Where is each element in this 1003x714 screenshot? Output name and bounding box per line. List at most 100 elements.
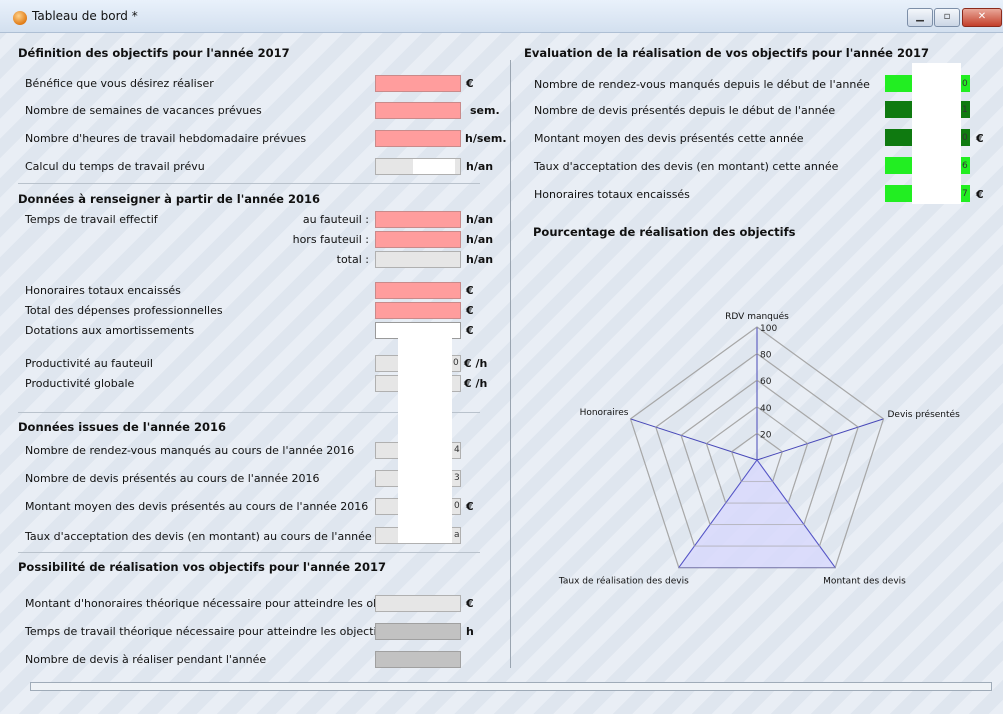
radar-grid-ring bbox=[629, 326, 885, 569]
temps-total-output bbox=[375, 251, 461, 268]
section-title-possibilite: Possibilité de réalisation vos objectifs… bbox=[18, 560, 387, 574]
unit-label: € bbox=[466, 77, 474, 90]
divider bbox=[18, 183, 480, 184]
field-value: 0 bbox=[453, 358, 459, 368]
dashboard-window: Tableau de bord * ▁ ▫ ✕ Définition des o… bbox=[0, 0, 1003, 714]
unit-label: € /h bbox=[464, 377, 488, 390]
field-value: 3 bbox=[454, 473, 460, 483]
radar-category-label: Montant des devis bbox=[823, 577, 906, 587]
unit-label: h bbox=[466, 625, 474, 638]
unit-label: h/an bbox=[466, 160, 494, 173]
title-bar: Tableau de bord * ▁ ▫ ✕ bbox=[0, 0, 1003, 33]
unit-label: € bbox=[466, 284, 474, 297]
heures-hebdo-input[interactable] bbox=[375, 130, 461, 147]
radar-grid-overlay bbox=[731, 432, 783, 482]
field-label: Total des dépenses professionnelles bbox=[25, 304, 223, 317]
field-value: 0 bbox=[962, 79, 968, 89]
radar-category-label: Honoraires bbox=[580, 408, 629, 418]
field-label: total : bbox=[336, 253, 369, 266]
radar-tick-label: 100 bbox=[760, 324, 777, 334]
radar-grid-ring bbox=[680, 379, 834, 526]
section-title-evaluation: Evaluation de la réalisation de vos obje… bbox=[524, 46, 929, 60]
field-label: Temps de travail effectif bbox=[25, 213, 158, 226]
field-label: Nombre de devis présentés au cours de l'… bbox=[25, 472, 320, 485]
chart-title: Pourcentage de réalisation des objectifs bbox=[533, 225, 796, 239]
field-label: Montant moyen des devis présentés au cou… bbox=[25, 500, 369, 513]
field-label: Montant moyen des devis présentés cette … bbox=[534, 132, 804, 145]
maximize-button[interactable]: ▫ bbox=[934, 8, 960, 27]
field-value: 0 bbox=[454, 501, 460, 511]
unit-label: € bbox=[466, 304, 474, 317]
field-label: Montant d'honoraires théorique nécessair… bbox=[25, 597, 413, 610]
field-label: Nombre d'heures de travail hebdomadaire … bbox=[25, 132, 307, 145]
field-label: Calcul du temps de travail prévu bbox=[25, 160, 205, 173]
section-title-objectifs: Définition des objectifs pour l'année 20… bbox=[18, 46, 290, 60]
radar-tick-label: 60 bbox=[760, 377, 772, 387]
radar-tick-label: 20 bbox=[760, 430, 772, 440]
field-label: Productivité au fauteuil bbox=[25, 357, 153, 370]
field-label: Nombre de rendez-vous manqués au cours d… bbox=[25, 444, 355, 457]
radar-spoke bbox=[678, 459, 758, 568]
semaines-vacances-input[interactable] bbox=[375, 102, 461, 119]
radar-category-label: RDV manqués bbox=[725, 311, 789, 322]
column-divider bbox=[510, 60, 511, 668]
radar-series-area bbox=[677, 459, 837, 569]
value-mask bbox=[398, 336, 452, 543]
radar-spoke bbox=[756, 418, 884, 461]
field-label: Bénéfice que vous désirez réaliser bbox=[25, 77, 214, 90]
section-title-donnees-2016: Données à renseigner à partir de l'année… bbox=[18, 192, 320, 206]
minimize-button[interactable]: ▁ bbox=[907, 8, 933, 27]
field-label: Productivité globale bbox=[25, 377, 135, 390]
honoraires-theorique-output bbox=[375, 595, 461, 612]
unit-label: € bbox=[466, 500, 474, 513]
field-label: Temps de travail théorique nécessaire po… bbox=[25, 625, 387, 638]
unit-label: € bbox=[466, 597, 474, 610]
window-title: Tableau de bord * bbox=[32, 9, 138, 23]
radar-spoke bbox=[630, 418, 758, 461]
field-label: Nombre de devis à réaliser pendant l'ann… bbox=[25, 653, 267, 666]
field-label: Honoraires totaux encaissés bbox=[25, 284, 181, 297]
temps-fauteuil-input[interactable] bbox=[375, 211, 461, 228]
radar-spoke bbox=[756, 459, 836, 568]
unit-label: h/sem. bbox=[465, 132, 507, 145]
field-label: Nombre de devis présentés depuis le débu… bbox=[534, 104, 836, 117]
divider bbox=[18, 552, 480, 553]
radar-grid-ring bbox=[730, 432, 784, 483]
unit-label: h/an bbox=[466, 233, 494, 246]
radar-grid-overlay bbox=[705, 406, 809, 504]
unit-label: h/an bbox=[466, 213, 494, 226]
radar-category-label: Devis présentés bbox=[887, 409, 960, 420]
value-mask bbox=[912, 63, 961, 204]
devis-a-realiser-output bbox=[375, 651, 461, 668]
field-label: Taux d'acceptation des devis (en montant… bbox=[25, 530, 404, 543]
field-value: 7 bbox=[962, 189, 968, 199]
field-value: a bbox=[454, 530, 460, 540]
field-value: 4 bbox=[454, 445, 460, 455]
unit-label: sem. bbox=[470, 104, 500, 117]
field-label: Nombre de semaines de vacances prévues bbox=[25, 104, 262, 117]
field-label: Dotations aux amortissements bbox=[25, 324, 195, 337]
app-icon bbox=[13, 11, 27, 25]
radar-tick-label: 80 bbox=[760, 351, 772, 361]
radar-grid-overlay bbox=[680, 379, 834, 525]
field-value: 6 bbox=[962, 161, 968, 171]
unit-label: € bbox=[976, 132, 984, 145]
field-label: au fauteuil : bbox=[302, 213, 369, 226]
field-label: Taux d'acceptation des devis (en montant… bbox=[534, 160, 839, 173]
status-bar bbox=[30, 682, 992, 691]
honoraires-input[interactable] bbox=[375, 282, 461, 299]
unit-label: h/an bbox=[466, 253, 494, 266]
depenses-input[interactable] bbox=[375, 302, 461, 319]
section-title-issues-2016: Données issues de l'année 2016 bbox=[18, 420, 226, 434]
close-button[interactable]: ✕ bbox=[962, 8, 1002, 27]
benefice-input[interactable] bbox=[375, 75, 461, 92]
radar-tick-label: 40 bbox=[760, 404, 772, 414]
field-value: 0 bbox=[962, 133, 968, 143]
unit-label: € /h bbox=[464, 357, 488, 370]
value-mask bbox=[413, 159, 455, 174]
field-label: Nombre de rendez-vous manqués depuis le … bbox=[534, 78, 870, 91]
temps-hors-fauteuil-input[interactable] bbox=[375, 231, 461, 248]
field-value: 1 bbox=[962, 105, 968, 115]
radar-category-label: Taux de réalisation des devis bbox=[558, 576, 689, 587]
temps-theorique-output bbox=[375, 623, 461, 640]
